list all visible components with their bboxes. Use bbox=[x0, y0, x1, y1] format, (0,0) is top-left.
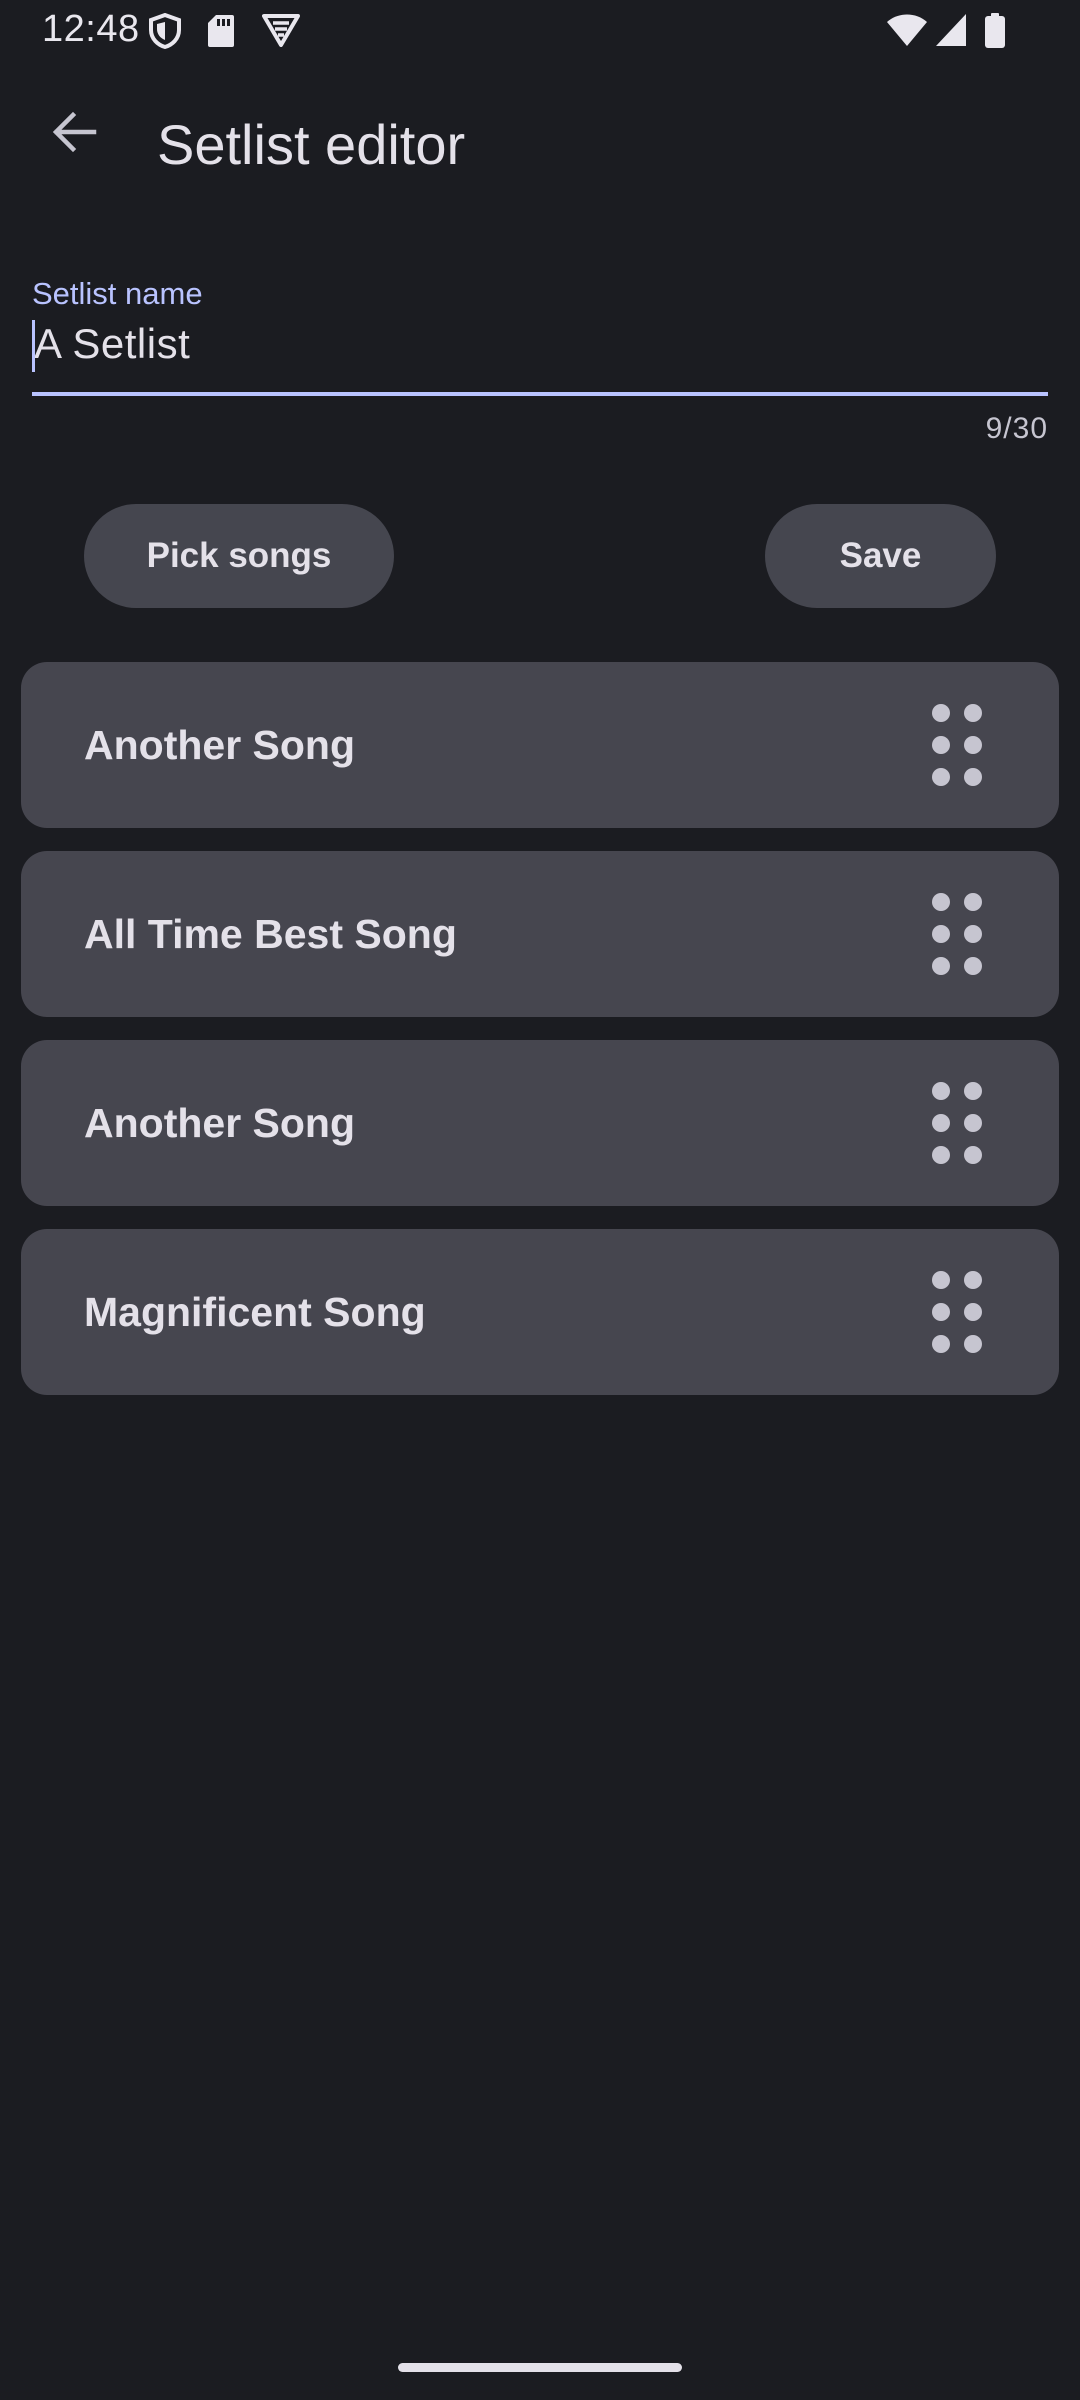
field-underline bbox=[32, 392, 1048, 396]
song-title: Magnificent Song bbox=[84, 1289, 426, 1335]
back-button[interactable] bbox=[32, 90, 116, 174]
gesture-navigation-bar[interactable] bbox=[398, 2363, 682, 2372]
vpn-icon bbox=[262, 13, 300, 52]
song-item[interactable]: Magnificent Song bbox=[21, 1229, 1059, 1395]
pick-songs-button[interactable]: Pick songs bbox=[84, 504, 394, 608]
drag-handle-icon[interactable] bbox=[931, 1270, 983, 1354]
top-app-bar: Setlist editor bbox=[0, 90, 1080, 210]
wifi-icon bbox=[886, 13, 928, 52]
drag-handle-icon[interactable] bbox=[931, 892, 983, 976]
status-bar: 12:48 bbox=[0, 0, 1080, 62]
song-item[interactable]: Another Song bbox=[21, 1040, 1059, 1206]
signal-icon bbox=[935, 13, 967, 52]
arrow-back-icon bbox=[51, 109, 97, 155]
setlist-name-label: Setlist name bbox=[32, 276, 203, 311]
setlist-name-input[interactable] bbox=[32, 316, 1050, 372]
song-item[interactable]: Another Song bbox=[21, 662, 1059, 828]
drag-handle-icon[interactable] bbox=[931, 703, 983, 787]
page-title: Setlist editor bbox=[157, 113, 466, 176]
song-item[interactable]: All Time Best Song bbox=[21, 851, 1059, 1017]
status-time: 12:48 bbox=[42, 8, 140, 50]
shield-icon bbox=[148, 12, 182, 54]
setlist-name-field[interactable]: Setlist name bbox=[32, 272, 1050, 398]
character-counter: 9/30 bbox=[985, 412, 1048, 445]
song-title: Another Song bbox=[84, 1100, 356, 1146]
song-list: Another Song All Time Best Song Another … bbox=[21, 662, 1059, 1418]
song-title: Another Song bbox=[84, 722, 356, 768]
text-cursor bbox=[32, 320, 35, 372]
drag-handle-icon[interactable] bbox=[931, 1081, 983, 1165]
sd-card-icon bbox=[207, 13, 235, 54]
save-button[interactable]: Save bbox=[765, 504, 996, 608]
song-title: All Time Best Song bbox=[84, 911, 457, 957]
battery-icon bbox=[984, 13, 1006, 54]
